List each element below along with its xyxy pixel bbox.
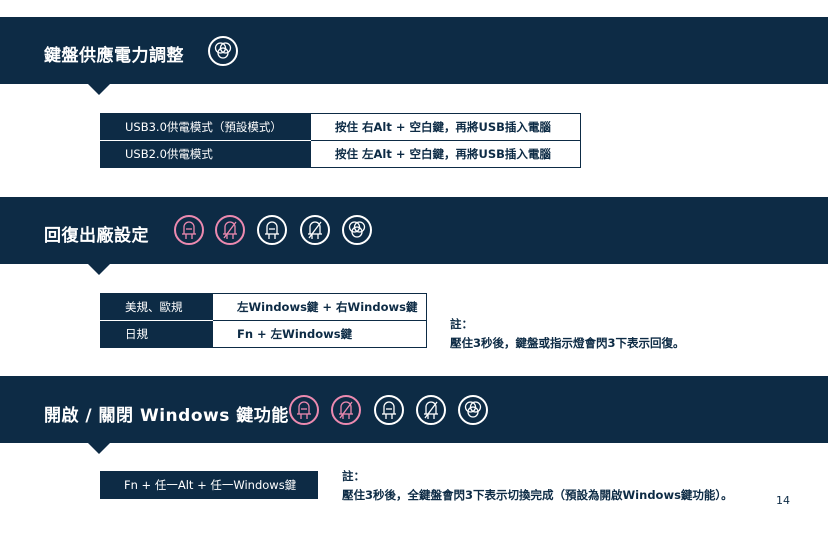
led-icon <box>257 215 287 245</box>
table-value: 左Windows鍵 + 右Windows鍵 <box>212 293 427 321</box>
winkey-pointer <box>88 443 110 454</box>
note-text: 壓住3秒後，全鍵盤會閃3下表示切換完成（預設為開啟Windows鍵功能）。 <box>342 488 733 502</box>
reset-section-title: 回復出廠設定 <box>44 226 149 246</box>
led-icon <box>374 395 404 425</box>
table-row: 日規 Fn + 左Windows鍵 <box>100 320 427 348</box>
table-row: 美規、歐規 左Windows鍵 + 右Windows鍵 <box>100 293 427 321</box>
mode-circles-icon <box>208 36 238 66</box>
table-label: 日規 <box>100 320 213 348</box>
reset-note: 註： 壓住3秒後，鍵盤或指示燈會閃3下表示回復。 <box>450 315 685 353</box>
table-label: 美規、歐規 <box>100 293 213 321</box>
page-number: 14 <box>776 494 790 507</box>
led-off-icon <box>416 395 446 425</box>
power-pointer <box>88 84 110 95</box>
table-value: 按住 右Alt + 空白鍵，再將USB插入電腦 <box>310 113 581 141</box>
table-value: Fn + 左Windows鍵 <box>212 320 427 348</box>
note-text: 壓住3秒後，鍵盤或指示燈會閃3下表示回復。 <box>450 336 685 350</box>
winkey-section-title: 開啟 / 關閉 Windows 鍵功能 <box>44 406 289 426</box>
table-row: USB2.0供電模式 按住 左Alt + 空白鍵，再將USB插入電腦 <box>100 140 581 168</box>
power-header-band: 鍵盤供應電力調整 <box>0 17 828 84</box>
power-section-title: 鍵盤供應電力調整 <box>44 46 184 66</box>
mode-circles-icon <box>342 215 372 245</box>
led-off-icon <box>215 215 245 245</box>
winkey-combo-box: Fn + 任一Alt + 任一Windows鍵 <box>100 471 318 499</box>
table-label: USB2.0供電模式 <box>100 140 311 168</box>
reset-header-band: 回復出廠設定 <box>0 197 828 264</box>
winkey-combo-label: Fn + 任一Alt + 任一Windows鍵 <box>124 478 297 492</box>
mode-circles-icon <box>458 395 488 425</box>
table-value: 按住 左Alt + 空白鍵，再將USB插入電腦 <box>310 140 581 168</box>
table-label: USB3.0供電模式（預設模式） <box>100 113 311 141</box>
reset-key-table: 美規、歐規 左Windows鍵 + 右Windows鍵 日規 Fn + 左Win… <box>100 293 427 348</box>
winkey-note: 註： 壓住3秒後，全鍵盤會閃3下表示切換完成（預設為開啟Windows鍵功能）。 <box>342 467 733 505</box>
note-title: 註： <box>450 317 473 331</box>
led-icon <box>289 395 319 425</box>
table-row: USB3.0供電模式（預設模式） 按住 右Alt + 空白鍵，再將USB插入電腦 <box>100 113 581 141</box>
note-title: 註： <box>342 469 365 483</box>
led-off-icon <box>300 215 330 245</box>
winkey-header-band: 開啟 / 關閉 Windows 鍵功能 <box>0 376 828 443</box>
power-mode-table: USB3.0供電模式（預設模式） 按住 右Alt + 空白鍵，再將USB插入電腦… <box>100 113 581 168</box>
led-off-icon <box>331 395 361 425</box>
reset-pointer <box>88 264 110 275</box>
led-icon <box>174 215 204 245</box>
